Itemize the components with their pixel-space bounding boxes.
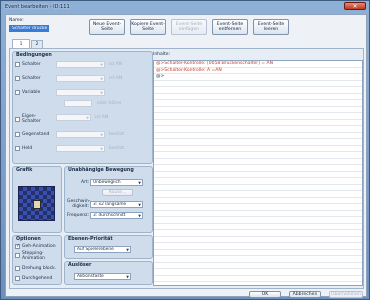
hero-select[interactable]: ▼ (56, 145, 105, 152)
variable-or-above: oder höher (97, 101, 122, 106)
movement-type-label: Art: (81, 180, 90, 185)
delete-page-button[interactable]: Event-Seite entfernen (212, 19, 248, 35)
chevron-down-icon: ▼ (138, 202, 141, 207)
event-name-field[interactable]: Schalter drücke (9, 25, 49, 32)
hero-label: Held (22, 146, 33, 151)
event-graphic-preview[interactable] (18, 186, 55, 221)
list-item[interactable] (154, 276, 362, 282)
priority-value: Auf Spielerebene (77, 247, 114, 252)
name-label: Name: (9, 18, 24, 23)
item-owned: besitzt (109, 132, 125, 137)
route-button[interactable]: Route... (102, 189, 133, 196)
switch1-checkbox[interactable] (15, 62, 20, 67)
client-area: Name: Schalter drücke Neue Event-Seite K… (5, 14, 367, 298)
through-checkbox[interactable] (15, 276, 20, 281)
switch2-label: Schalter (22, 76, 41, 81)
copy-page-button[interactable]: Kopiere Event-Seite (130, 19, 166, 35)
self-switch-select[interactable]: ▼ (56, 114, 91, 121)
new-page-button[interactable]: Neue Event-Seite (89, 19, 125, 35)
item-select[interactable]: ▼ (56, 131, 105, 138)
event-commands-list[interactable]: @>Schalter-Kontrolle: [0058:Brückenschal… (153, 60, 363, 286)
trigger-select[interactable]: Aktionstaste ▼ (74, 273, 131, 280)
speed-label: Geschwin-digkeit: (67, 199, 91, 209)
chevron-down-icon: ▼ (100, 90, 103, 95)
trigger-title: Auslöser (68, 263, 92, 268)
step-animation-checkbox[interactable] (15, 253, 20, 258)
variable-select[interactable]: ▼ (56, 89, 105, 96)
through-label: Durchgehend (22, 276, 53, 281)
event-editor-window: Event bearbeiten - ID:111 ✕ Name: Schalt… (0, 0, 370, 300)
paste-page-button[interactable]: Event-Seite einfügen (171, 19, 207, 35)
conditions-title: Bedingungen (16, 53, 52, 58)
frequency-label: Frequenz: (67, 213, 89, 218)
speed-select[interactable]: 3: x2 langsame ▼ (90, 201, 143, 208)
frequency-select[interactable]: 3: durchschnitt ▼ (90, 212, 143, 219)
chevron-down-icon: ▼ (100, 76, 103, 81)
close-icon[interactable]: ✕ (344, 2, 366, 10)
apply-button[interactable]: Übernehmen (329, 291, 363, 298)
chevron-down-icon: ▼ (100, 146, 103, 151)
switch1-select[interactable]: ▼ (56, 61, 105, 68)
tab-page-2[interactable]: 2 (31, 40, 43, 48)
self-switch-state: ist AN (95, 115, 109, 120)
movement-type-select[interactable]: Unbeweglich ▼ (90, 179, 143, 186)
window-title: Event bearbeiten - ID:111 (5, 3, 70, 10)
step-animation-label: Stepping-Animation (22, 251, 45, 261)
character-sprite-icon (33, 200, 41, 209)
chevron-down-icon: ▼ (138, 180, 141, 185)
chevron-down-icon: ▼ (100, 62, 103, 67)
chevron-down-icon: ▼ (100, 132, 103, 137)
switch2-state: ist AN (109, 76, 123, 81)
hero-owned: besitzt (109, 146, 125, 151)
hero-checkbox[interactable] (15, 146, 20, 151)
chevron-down-icon: ▼ (126, 274, 129, 279)
direction-fix-checkbox[interactable] (15, 266, 20, 271)
options-title: Optionen (16, 237, 41, 242)
chevron-down-icon: ▼ (86, 115, 89, 120)
contents-label: Inhalte: (153, 52, 171, 57)
chevron-down-icon: ▼ (126, 247, 129, 252)
self-switch-checkbox[interactable] (15, 117, 20, 122)
item-label: Gegenstand (22, 132, 50, 137)
movement-title: Unabhängige Bewegung (68, 168, 134, 173)
speed-value: 3: x2 langsame (93, 202, 127, 207)
movement-type-value: Unbeweglich (93, 180, 121, 185)
item-checkbox[interactable] (15, 132, 20, 137)
tab-page-1[interactable]: 1 (12, 39, 30, 48)
title-bar[interactable]: Event bearbeiten - ID:111 ✕ (1, 1, 369, 12)
clear-page-button[interactable]: Event-Seite leeren (253, 19, 289, 35)
direction-fix-label: Drehung block. (22, 266, 57, 271)
walk-animation-checkbox[interactable] (15, 243, 20, 249)
walk-animation-label: Geh-Animation (22, 244, 56, 249)
chevron-down-icon: ▼ (138, 213, 141, 218)
variable-label: Variable (22, 90, 41, 95)
frequency-value: 3: durchschnitt (93, 213, 126, 218)
priority-title: Ebenen-Priorität (68, 237, 113, 242)
variable-value-spinner[interactable] (64, 100, 92, 107)
switch2-checkbox[interactable] (15, 76, 20, 81)
cancel-button[interactable]: Abbrechen (289, 291, 321, 298)
self-switch-label: Eigen-Schalter (22, 114, 41, 124)
switch2-select[interactable]: ▼ (56, 75, 105, 82)
switch1-state: ist AN (109, 62, 123, 67)
switch1-label: Schalter (22, 62, 41, 67)
trigger-value: Aktionstaste (77, 274, 104, 279)
priority-select[interactable]: Auf Spielerebene ▼ (74, 246, 131, 253)
variable-checkbox[interactable] (15, 90, 20, 95)
ok-button[interactable]: OK (249, 291, 281, 298)
graphic-title: Grafik (16, 168, 33, 173)
